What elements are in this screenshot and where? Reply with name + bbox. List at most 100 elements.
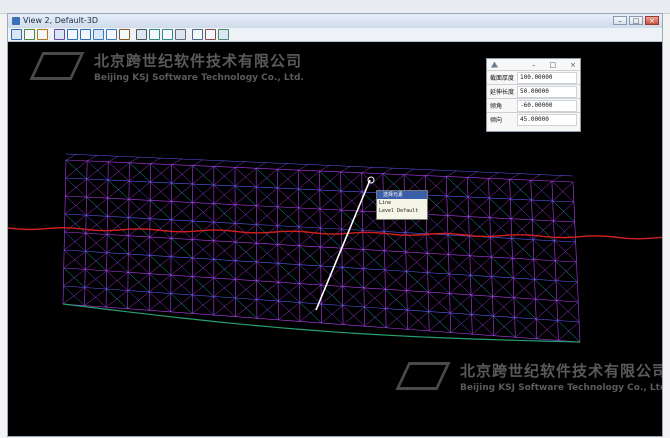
mesh-segment — [65, 153, 77, 161]
mesh-segment — [427, 272, 450, 294]
3d-viewport[interactable]: 北京跨世纪软件技术有限公司 Beijing KSJ Software Techn… — [8, 42, 662, 436]
mesh-segment — [535, 299, 558, 321]
mesh-segment — [108, 155, 119, 163]
rotate-view-icon[interactable] — [119, 29, 130, 40]
mesh-segment — [555, 280, 579, 303]
mesh-segment — [192, 159, 204, 166]
window-area-icon[interactable] — [93, 29, 104, 40]
minimize-button[interactable]: – — [613, 16, 627, 25]
zoom-out-icon[interactable] — [80, 29, 91, 40]
mesh-segment — [299, 264, 322, 286]
mesh-segment — [213, 184, 236, 205]
view-next-icon[interactable] — [162, 29, 173, 40]
mesh-segment — [86, 160, 109, 181]
close-button[interactable]: × — [645, 16, 659, 25]
extension-input[interactable]: 50.00000 — [517, 85, 577, 98]
mesh-segment — [128, 253, 150, 274]
mesh-segment — [373, 333, 387, 336]
fit-view-icon[interactable] — [106, 29, 117, 40]
update-icon[interactable] — [54, 29, 65, 40]
mesh-segment — [64, 231, 86, 252]
panel-minimize-icon[interactable]: – — [532, 61, 536, 69]
mesh-segment — [106, 229, 118, 232]
mesh-segment — [85, 269, 107, 290]
maximize-button[interactable]: □ — [629, 16, 643, 25]
mesh-segment — [340, 171, 363, 193]
levels-icon[interactable] — [24, 29, 35, 40]
display-style-icon[interactable] — [37, 29, 48, 40]
window-title: View 2, Default-3D — [23, 16, 99, 25]
mesh-segment — [298, 169, 320, 191]
mesh-segment — [86, 215, 108, 235]
mesh-segment — [87, 154, 98, 162]
mesh-segment — [213, 166, 236, 187]
view-toolbar — [8, 28, 662, 42]
mesh-segment — [563, 236, 575, 239]
mesh-segment — [213, 296, 236, 317]
mesh-segment — [363, 287, 386, 309]
mesh-segment — [447, 234, 470, 256]
mesh-segment — [341, 209, 363, 231]
mesh-segment — [319, 189, 342, 211]
mesh-segment — [129, 180, 151, 201]
panel-maximize-icon[interactable]: □ — [550, 61, 557, 69]
mesh-segment — [107, 234, 129, 255]
selected-line[interactable] — [315, 179, 371, 311]
mesh-segment — [596, 235, 608, 238]
mesh-segment — [129, 162, 151, 183]
mesh-segment — [341, 267, 365, 288]
mesh-segment — [450, 312, 473, 335]
thickness-input[interactable]: 100.00000 — [517, 71, 577, 84]
dip-angle-input[interactable]: -60.00000 — [517, 99, 577, 112]
zoom-in-icon[interactable] — [67, 29, 78, 40]
mesh-segment — [166, 315, 180, 319]
mesh-segment — [213, 240, 236, 261]
pan-icon[interactable] — [136, 29, 147, 40]
mesh-segment — [513, 297, 537, 320]
view-attributes-icon[interactable] — [11, 29, 22, 40]
mesh-segment — [448, 254, 471, 276]
mesh-segment — [106, 252, 129, 273]
mesh-segment — [448, 273, 472, 296]
mesh-segment — [63, 249, 86, 270]
mesh-segment — [235, 297, 258, 319]
mesh-segment — [193, 229, 205, 233]
mesh-segment — [406, 271, 429, 293]
title-bar[interactable]: View 2, Default-3D – □ × — [8, 14, 662, 29]
mesh-segment — [129, 156, 141, 163]
cursor-icon — [367, 176, 375, 184]
mesh-segment — [230, 322, 245, 326]
view-previous-icon[interactable] — [149, 29, 160, 40]
mesh-segment — [535, 318, 559, 341]
view-icon — [12, 17, 20, 25]
mesh-segment — [86, 178, 108, 199]
param-row-thickness: 截面厚度 100.00000 — [487, 70, 580, 84]
camera-icon[interactable] — [192, 29, 203, 40]
mesh-segment — [427, 253, 450, 275]
mesh-segment — [192, 318, 206, 322]
mesh-segment — [256, 243, 279, 264]
mesh-segment — [557, 320, 581, 343]
mesh-segment — [235, 260, 257, 281]
toggle-3d-icon[interactable] — [175, 29, 186, 40]
mesh-segment — [282, 327, 296, 330]
mesh-segment — [446, 170, 457, 177]
mesh-segment — [269, 230, 281, 234]
mesh-segment — [295, 328, 309, 331]
mesh-segment — [302, 230, 314, 234]
mesh-segment — [319, 164, 331, 172]
mesh-segment — [107, 179, 130, 200]
mesh-segment — [63, 285, 85, 306]
dip-direction-input[interactable]: 45.00000 — [517, 113, 577, 126]
mesh-segment — [334, 232, 346, 235]
mesh-segment — [492, 296, 515, 318]
mesh-cyan-lines — [63, 159, 581, 343]
mesh-segment — [491, 256, 514, 279]
render-icon[interactable] — [218, 29, 229, 40]
param-row-extension: 延伸长度 50.00000 — [487, 84, 580, 98]
view-clip-icon[interactable] — [205, 29, 216, 40]
panel-close-button[interactable]: × — [570, 61, 576, 69]
mesh-segment — [320, 246, 343, 268]
mesh-segment — [278, 300, 301, 322]
mesh-segment — [340, 190, 363, 212]
